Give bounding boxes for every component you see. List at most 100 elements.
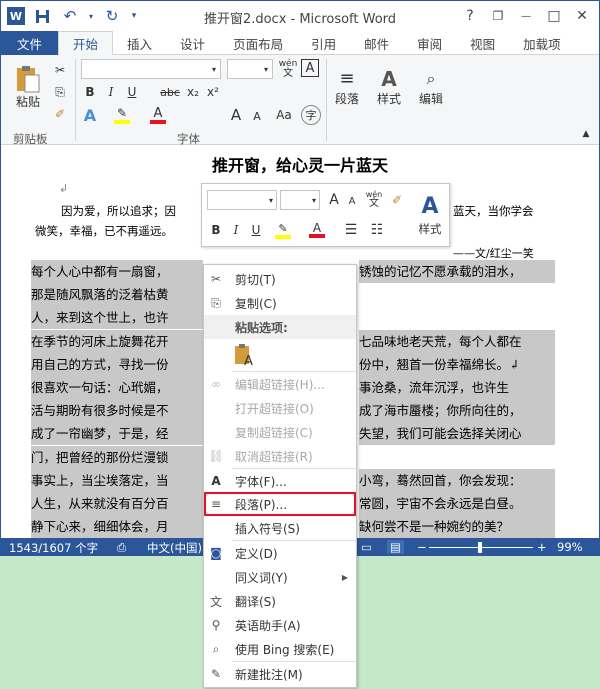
- editing-button[interactable]: ⌕ 编辑: [415, 61, 447, 113]
- menu-item-edit-hyperlink[interactable]: ∞ 编辑超链接(H)...: [204, 372, 356, 396]
- copy-icon[interactable]: ⎘: [51, 83, 69, 101]
- mini-numbering-button[interactable]: ☷: [366, 220, 388, 240]
- menu-item-cut[interactable]: ✂ 剪切(T): [204, 267, 356, 291]
- tab-insert[interactable]: 插入: [113, 31, 166, 55]
- close-icon[interactable]: ✕: [569, 5, 595, 27]
- menu-item-font[interactable]: A 字体(F)...: [204, 469, 356, 493]
- change-case-button[interactable]: Aa: [273, 105, 295, 125]
- highlight-color-button[interactable]: ✎: [111, 105, 133, 125]
- font-color-button[interactable]: A: [147, 105, 169, 125]
- title-bar: W ↶ ▾ ↻ ▾ 推开窗2.docx - Microsoft Word ? ❐…: [1, 1, 599, 31]
- format-painter-icon[interactable]: ✐: [51, 105, 69, 123]
- text-line-right: 小弯，蓦然回首，你会发现：: [359, 469, 555, 493]
- superscript-button[interactable]: x²: [204, 83, 222, 101]
- text-effects-button[interactable]: A: [81, 105, 99, 125]
- menu-item-translate[interactable]: 文翻译(S): [204, 589, 356, 613]
- paragraph-icon: ≡: [210, 497, 222, 511]
- zoom-slider-thumb[interactable]: [478, 542, 482, 553]
- tab-add-ins[interactable]: 加载项: [509, 31, 575, 55]
- read-mode-icon[interactable]: ▭: [361, 540, 372, 554]
- ribbon-display-icon[interactable]: ❐: [485, 5, 511, 27]
- minimize-icon[interactable]: —: [513, 5, 539, 27]
- underline-button[interactable]: U: [123, 83, 141, 101]
- menu-item-open-hyperlink[interactable]: 打开超链接(O): [204, 396, 356, 420]
- phonetic-guide-button[interactable]: wén 文: [278, 59, 298, 79]
- group-divider: [75, 59, 76, 141]
- mini-phonetic-guide-button[interactable]: wén 文: [364, 188, 384, 210]
- menu-item-define[interactable]: ◙ 定义(D): [204, 541, 356, 565]
- mini-format-painter-icon[interactable]: ✐: [388, 190, 406, 210]
- collapse-ribbon-icon[interactable]: ▲: [579, 127, 593, 141]
- text-line: 事实上，当尘埃落定，当: [31, 469, 203, 493]
- help-icon[interactable]: ?: [457, 5, 483, 27]
- mini-highlight-color-button[interactable]: ✎: [272, 220, 294, 240]
- character-border-button[interactable]: A: [301, 59, 319, 77]
- menu-item-copy-hyperlink[interactable]: 复制超链接(C): [204, 420, 356, 444]
- text-line: 门，把曾经的那份烂漫锁: [31, 446, 203, 470]
- proofing-icon[interactable]: ⎙: [117, 540, 126, 555]
- menu-item-copy[interactable]: ⎘ 复制(C): [204, 291, 356, 315]
- tab-review[interactable]: 审阅: [403, 31, 456, 55]
- language-indicator[interactable]: 中文(中国): [147, 540, 202, 555]
- paste-keep-text-only-button[interactable]: A: [232, 341, 260, 369]
- mini-grow-font-button[interactable]: A: [326, 190, 342, 210]
- copy-icon: ⎘: [211, 295, 221, 310]
- word-count[interactable]: 1543/1607 个字: [9, 540, 98, 555]
- tab-design[interactable]: 设计: [166, 31, 219, 55]
- mini-bold-button[interactable]: B: [207, 220, 225, 240]
- mini-underline-button[interactable]: U: [247, 220, 265, 240]
- font-name-box[interactable]: ▾: [81, 59, 221, 79]
- maximize-icon[interactable]: □: [541, 5, 567, 27]
- scissors-icon: ✂: [210, 272, 222, 286]
- italic-button[interactable]: I: [102, 83, 120, 101]
- print-layout-icon[interactable]: ▤: [387, 540, 404, 554]
- strikethrough-button[interactable]: abc: [159, 83, 181, 101]
- link-icon: ∞: [211, 377, 221, 391]
- tab-page-layout[interactable]: 页面布局: [219, 31, 297, 55]
- bold-button[interactable]: B: [81, 83, 99, 101]
- styles-button[interactable]: A 样式: [373, 61, 405, 113]
- mini-italic-button[interactable]: I: [227, 220, 245, 240]
- mini-styles-button[interactable]: A 样式: [413, 186, 447, 244]
- text-line-right: 份中，翘首一份幸福绵长。↲: [359, 353, 555, 377]
- zoom-level[interactable]: 99%: [557, 540, 583, 554]
- window-controls: ? ❐ — □ ✕: [457, 5, 595, 27]
- mini-styles-icon: A: [421, 194, 439, 219]
- tab-home[interactable]: 开始: [58, 31, 114, 56]
- ribbon-home: 粘贴 ✂ ⎘ ✐ 剪贴板 ▾ ▾ wén 文 A B I U abc x₂ x² …: [1, 55, 599, 146]
- zoom-out-icon[interactable]: −: [417, 540, 427, 554]
- menu-item-bing-search[interactable]: ⌕ 使用 Bing 搜索(E): [204, 637, 356, 661]
- cut-icon[interactable]: ✂: [51, 61, 69, 79]
- paste-text-only-icon: A: [235, 344, 253, 367]
- grow-font-button[interactable]: A: [227, 105, 245, 125]
- paragraph-button[interactable]: ≡ 段落: [331, 61, 363, 113]
- paste-button[interactable]: 粘贴: [9, 61, 47, 113]
- mini-font-color-button[interactable]: A: [306, 220, 328, 240]
- mini-font-name-box[interactable]: ▾: [207, 190, 277, 210]
- menu-item-new-comment[interactable]: ✎ 新建批注(M): [204, 662, 356, 686]
- menu-item-insert-symbol[interactable]: 插入符号(S): [204, 516, 356, 540]
- menu-item-paragraph[interactable]: ≡ 段落(P)...: [204, 492, 356, 516]
- mini-shrink-font-button[interactable]: A: [345, 192, 359, 210]
- text-line: 活与期盼有很多时候是不: [31, 399, 203, 423]
- menu-item-remove-hyperlink[interactable]: ⛓ 取消超链接(R): [204, 444, 356, 468]
- text-line: 人生，从来就没有百分百: [31, 492, 203, 516]
- mini-bullets-button[interactable]: ☰: [340, 220, 362, 240]
- text-line: 人，来到这个世上，也许: [31, 306, 203, 330]
- shrink-font-button[interactable]: A: [249, 107, 265, 125]
- menu-item-synonyms[interactable]: 同义词(Y) ▶: [204, 565, 356, 589]
- mini-font-size-box[interactable]: ▾: [280, 190, 320, 210]
- unlink-icon: ⛓: [208, 449, 224, 463]
- tab-file[interactable]: 文件: [1, 31, 59, 55]
- tab-mailings[interactable]: 邮件: [350, 31, 403, 55]
- text-line: 那是随风飘落的泛着枯黄: [31, 283, 203, 307]
- menu-item-english-assistant[interactable]: ⚲ 英语助手(A): [204, 613, 356, 637]
- zoom-in-icon[interactable]: +: [537, 540, 547, 554]
- group-divider: [326, 59, 327, 141]
- tab-view[interactable]: 视图: [456, 31, 509, 55]
- subscript-button[interactable]: x₂: [184, 83, 202, 101]
- enclose-character-button[interactable]: 字: [301, 105, 321, 125]
- styles-icon: A: [381, 66, 397, 91]
- tab-references[interactable]: 引用: [297, 31, 350, 55]
- font-size-box[interactable]: ▾: [227, 59, 273, 79]
